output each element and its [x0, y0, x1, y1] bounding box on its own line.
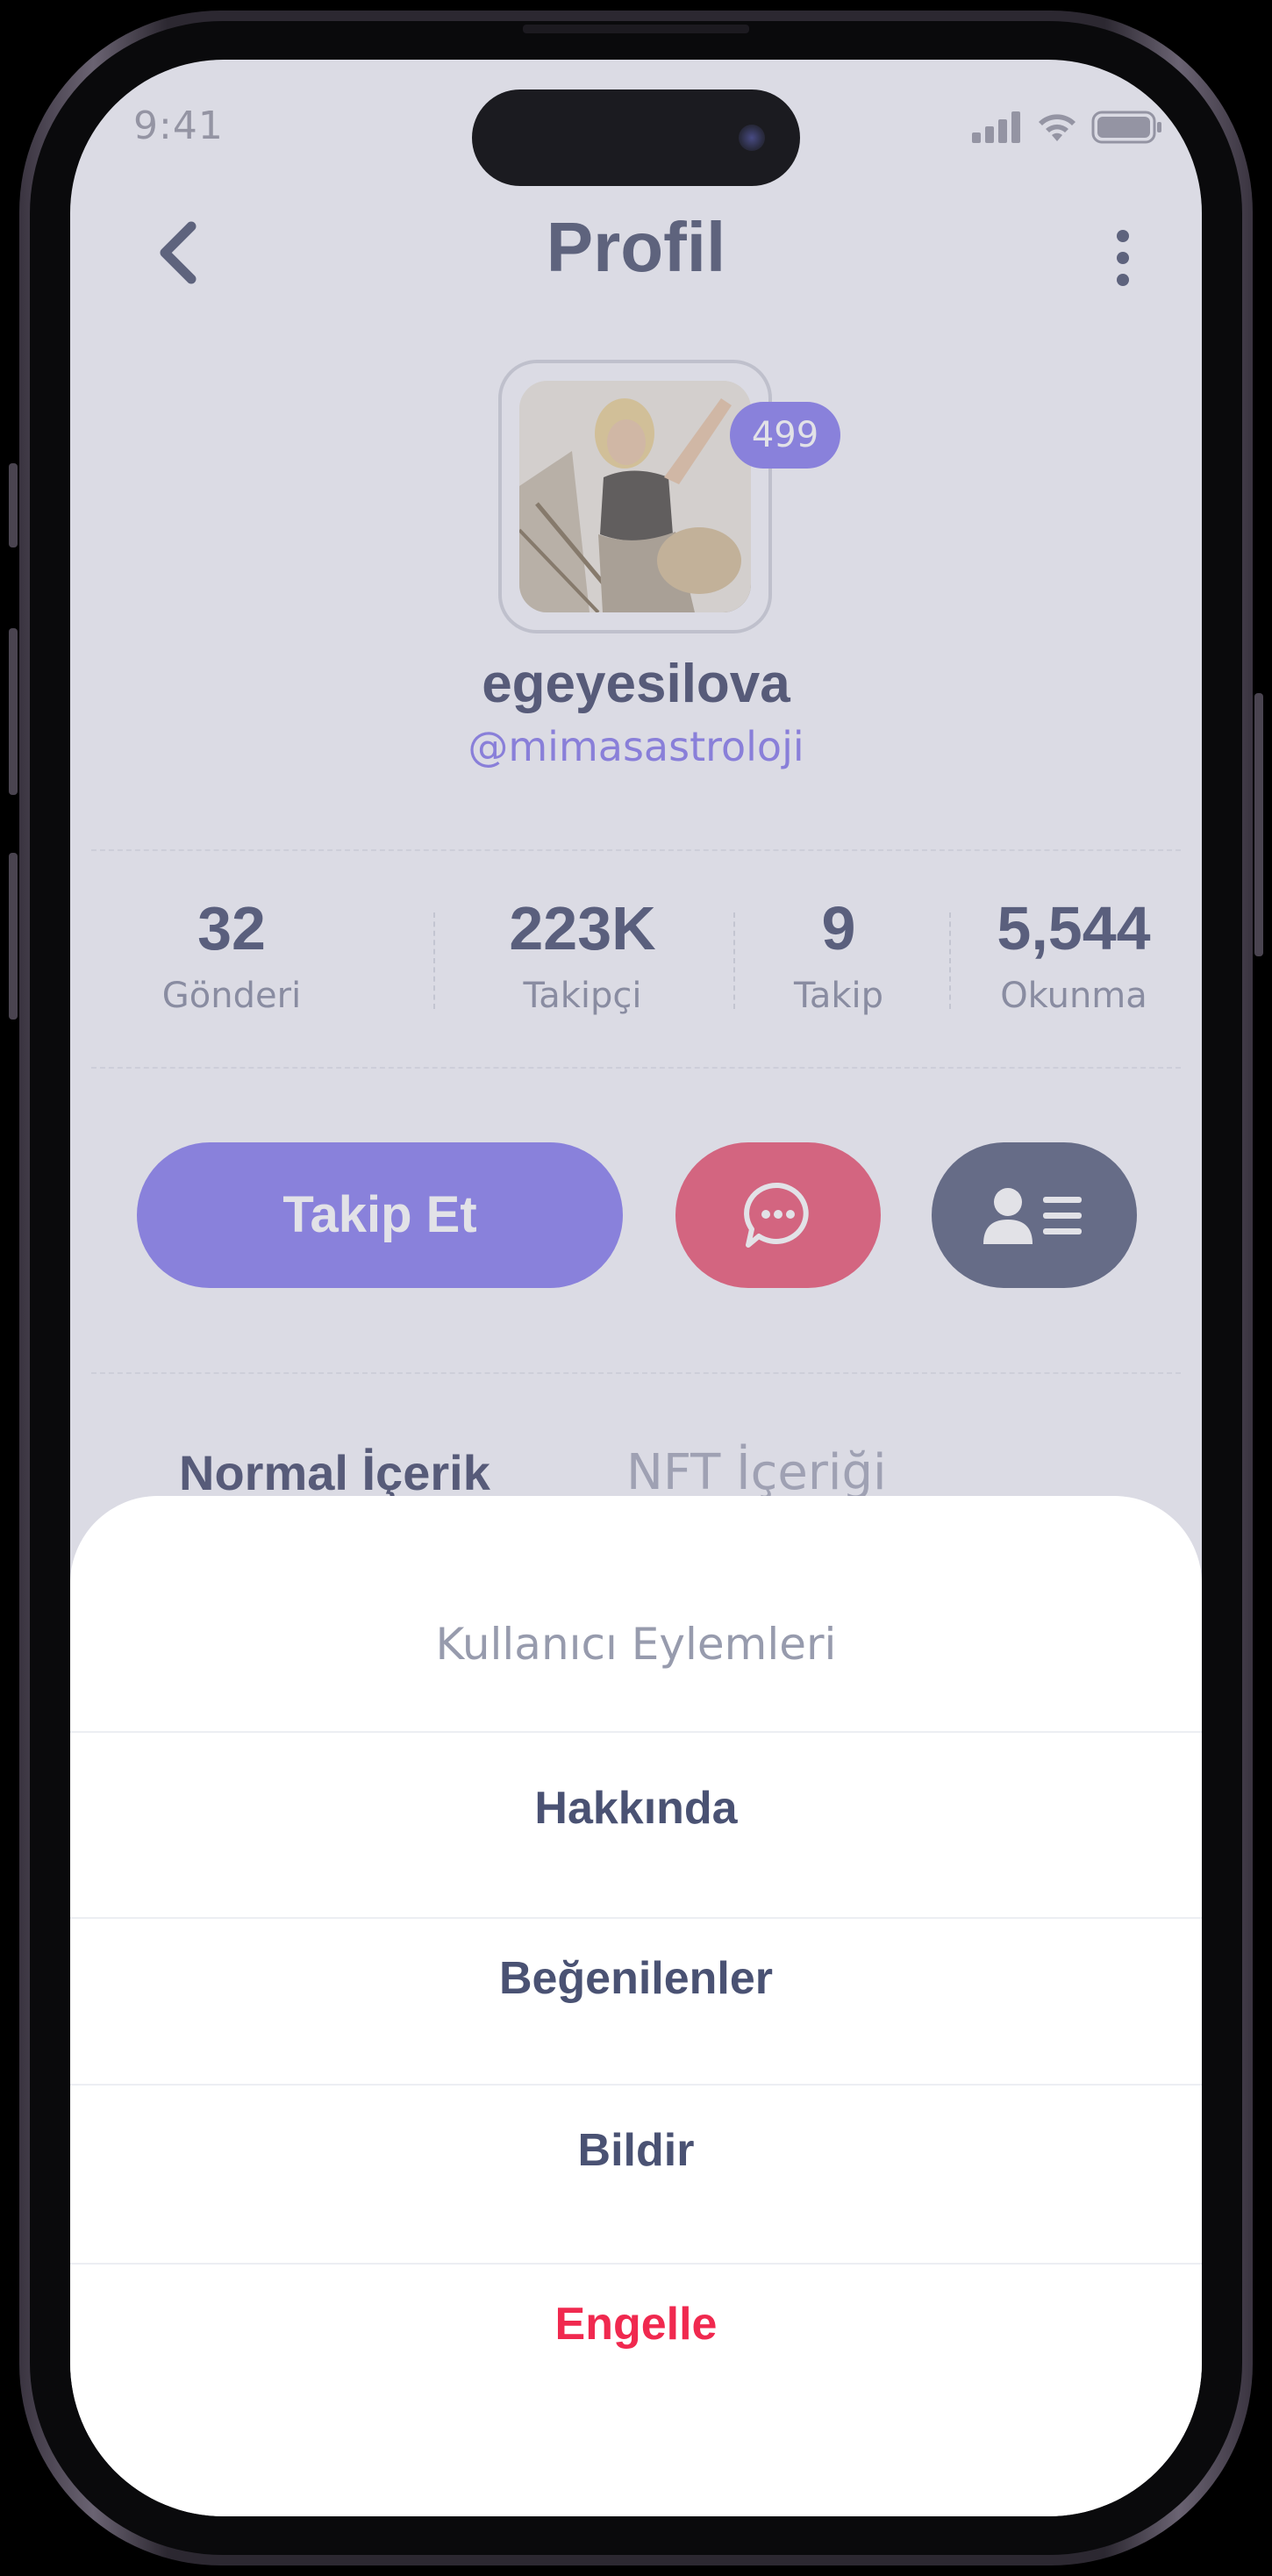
volume-up-button	[9, 628, 18, 795]
sheet-item-report[interactable]: Bildir	[70, 2124, 1202, 2177]
sheet-item-about[interactable]: Hakkında	[70, 1782, 1202, 1835]
user-actions-sheet: Kullanıcı Eylemleri Hakkında Beğenilenle…	[70, 1496, 1202, 2516]
sheet-item-liked[interactable]: Beğenilenler	[70, 1952, 1202, 2005]
action-button	[9, 463, 18, 547]
sheet-divider	[70, 1917, 1202, 1919]
volume-down-button	[9, 853, 18, 1020]
speaker-grille	[523, 25, 749, 33]
screen: 9:41 Profil 499 egeyesilova @mimasastrol…	[70, 60, 1202, 2516]
sheet-divider	[70, 1731, 1202, 1733]
sheet-title: Kullanıcı Eylemleri	[435, 1619, 837, 1670]
sheet-divider	[70, 2084, 1202, 2086]
power-button	[1254, 693, 1263, 956]
sheet-item-block[interactable]: Engelle	[70, 2298, 1202, 2351]
sheet-divider	[70, 2263, 1202, 2265]
